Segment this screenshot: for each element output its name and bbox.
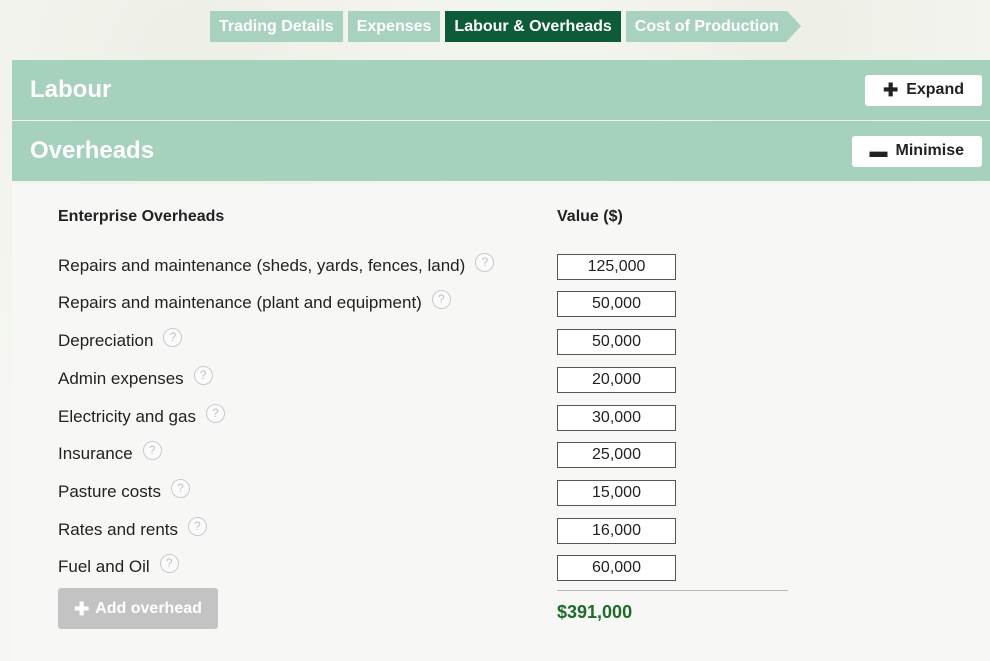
plus-icon: ✚ [74, 598, 90, 619]
overhead-row: Electricity and gas? [58, 403, 788, 431]
overhead-row: Repairs and maintenance (plant and equip… [58, 289, 788, 317]
minimise-label: Minimise [895, 142, 964, 159]
overhead-label: Depreciation [58, 331, 154, 350]
overhead-value-input[interactable] [557, 555, 676, 581]
overhead-label: Admin expenses [58, 369, 184, 388]
plus-icon: ✚ [883, 80, 899, 100]
step-expenses[interactable]: Expenses [347, 11, 441, 42]
overhead-row: Insurance? [58, 440, 788, 468]
overhead-row: Admin expenses? [58, 365, 788, 393]
overhead-row: Fuel and Oil? [58, 553, 788, 581]
overhead-value-input[interactable] [557, 405, 676, 431]
overheads-panel: Enterprise Overheads Value ($) Repairs a… [12, 184, 990, 661]
enterprise-overheads-heading: Enterprise Overheads [58, 208, 225, 225]
overhead-value-input[interactable] [557, 367, 676, 393]
overhead-value-input[interactable] [557, 291, 676, 317]
overheads-section-header: Overheads ▬ Minimise [12, 121, 990, 181]
expand-button[interactable]: ✚ Expand [865, 74, 982, 106]
overhead-row: Rates and rents? [58, 516, 788, 544]
step-trading-details[interactable]: Trading Details [210, 11, 343, 42]
overhead-value-input[interactable] [557, 442, 676, 468]
overhead-value-input[interactable] [557, 329, 676, 355]
minimise-button[interactable]: ▬ Minimise [851, 135, 982, 167]
help-icon[interactable]: ? [142, 440, 162, 460]
overheads-total: $391,000 [557, 602, 633, 622]
help-icon[interactable]: ? [193, 365, 213, 385]
step-labour-overheads[interactable]: Labour & Overheads [445, 11, 621, 42]
help-icon[interactable]: ? [205, 403, 225, 423]
value-heading: Value ($) [557, 208, 623, 225]
overhead-label: Repairs and maintenance (sheds, yards, f… [58, 256, 466, 275]
help-icon[interactable]: ? [171, 478, 190, 498]
progress-steps: Trading Details Expenses Labour & Overhe… [210, 11, 801, 42]
labour-section-header: Labour ✚ Expand [12, 60, 990, 120]
expand-label: Expand [906, 81, 964, 98]
overhead-label: Rates and rents [58, 520, 179, 539]
overhead-label: Insurance [58, 444, 133, 463]
add-overhead-button[interactable]: ✚ Add overhead [58, 588, 218, 629]
overhead-value-input[interactable] [557, 518, 676, 544]
help-icon[interactable]: ? [163, 327, 183, 347]
help-icon[interactable]: ? [475, 252, 495, 272]
overhead-label: Pasture costs [58, 482, 161, 501]
overhead-label: Repairs and maintenance (plant and equip… [58, 293, 422, 312]
help-icon[interactable]: ? [188, 516, 208, 536]
labour-title: Labour [30, 76, 112, 103]
overhead-value-input[interactable] [557, 254, 676, 280]
add-overhead-label: Add overhead [95, 599, 202, 617]
overhead-label: Fuel and Oil [58, 557, 150, 576]
minus-icon: ▬ [869, 141, 888, 161]
help-icon[interactable]: ? [431, 289, 451, 309]
step-cost-of-production[interactable]: Cost of Production [625, 11, 801, 42]
overhead-value-input[interactable] [557, 480, 676, 506]
overhead-row: Depreciation? [58, 327, 788, 355]
overhead-row: Pasture costs? [58, 478, 788, 506]
overhead-row: Repairs and maintenance (sheds, yards, f… [58, 252, 788, 280]
total-divider [557, 590, 788, 591]
overhead-label: Electricity and gas [58, 407, 196, 426]
overheads-title: Overheads [30, 137, 155, 164]
help-icon[interactable]: ? [159, 553, 179, 573]
